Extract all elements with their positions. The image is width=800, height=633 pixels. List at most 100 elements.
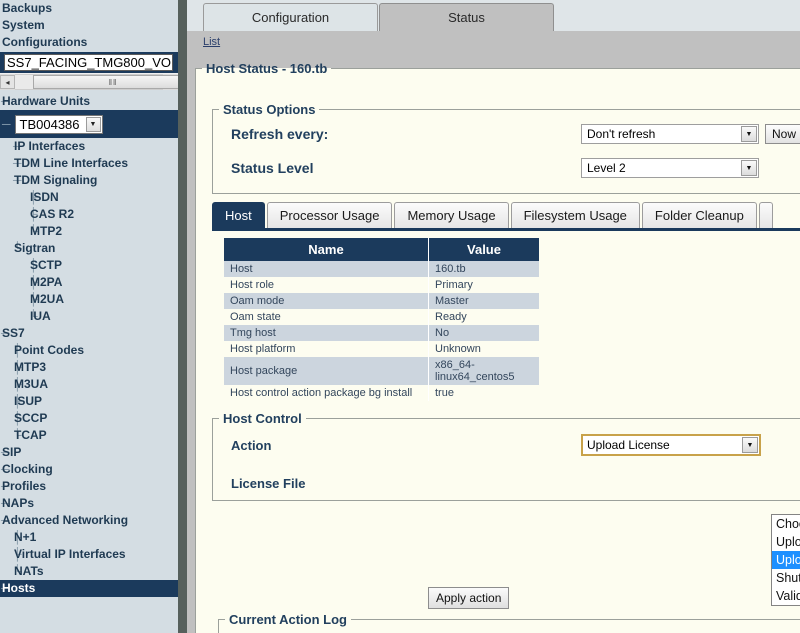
sidebar-item-system[interactable]: System (0, 17, 178, 34)
sidebar-item-m2ua[interactable]: ├ M2UA (0, 291, 178, 308)
pane-divider[interactable] (178, 0, 187, 633)
table-header-row: Name Value (224, 238, 539, 261)
sidebar-item-backups[interactable]: Backups (0, 0, 178, 17)
tab-processor-usage[interactable]: Processor Usage (266, 202, 393, 228)
sidebar-item-advanced-networking[interactable]: ─ Advanced Networking (0, 512, 178, 529)
sidebar-item-label: SCTP (30, 258, 63, 272)
sidebar-item-label: SIP (2, 445, 22, 459)
host-status-panel: Host Status - 160.tb Status Options Refr… (195, 61, 800, 633)
sidebar-item-label: CAS R2 (30, 207, 75, 221)
action-dropdown-list[interactable]: Choose an action…Upload PackageUpload Li… (771, 514, 800, 606)
tab-host[interactable]: Host (212, 202, 265, 228)
chevron-down-icon[interactable]: ▼ (741, 160, 757, 176)
tab-configuration[interactable]: Configuration (203, 3, 378, 31)
dropdown-option[interactable]: Choose an action… (772, 515, 800, 533)
action-row: Action Upload License ▼ (213, 426, 800, 464)
status-level-select[interactable]: Level 2 ▼ (581, 158, 759, 178)
chevron-down-icon[interactable]: ▼ (741, 126, 757, 142)
tab-overflow[interactable] (758, 202, 773, 228)
cell-name: Host (224, 261, 429, 277)
scrollbar-track[interactable]: ‖‖ (15, 74, 178, 90)
tab-status[interactable]: Status (379, 3, 554, 31)
refresh-interval-select[interactable]: Don't refresh ▼ (581, 124, 759, 144)
chevron-down-icon[interactable]: ▼ (85, 116, 101, 132)
sidebar-item-mtp3[interactable]: ├ MTP3 (0, 359, 178, 376)
list-link[interactable]: List (203, 36, 220, 48)
sidebar-item-hosts[interactable]: ─ Hosts (0, 580, 178, 597)
sidebar-item-tcap[interactable]: └ TCAP (0, 427, 178, 444)
sidebar-item-ss7[interactable]: ─ SS7 (0, 325, 178, 342)
tab-folder-cleanup[interactable]: Folder Cleanup (641, 202, 757, 228)
sidebar-item-tdm-signaling[interactable]: ─ TDM Signaling (0, 172, 178, 189)
sidebar-item-label: M2UA (30, 292, 65, 306)
host-control-legend: Host Control (223, 411, 302, 426)
sidebar-item-point-codes[interactable]: ├ Point Codes (0, 342, 178, 359)
sidebar-item-mtp2[interactable]: └ MTP2 (0, 223, 178, 240)
table-row: Host control action package bg install tr… (224, 385, 539, 401)
sidebar-item-tdm-line-interfaces[interactable]: ─ TDM Line Interfaces (0, 155, 178, 172)
sidebar-item-sip[interactable]: ─ SIP (0, 444, 178, 461)
hardware-unit-value: TB004386 (19, 116, 80, 132)
scrollbar-thumb[interactable]: ‖‖ (33, 75, 178, 89)
tree-connector-icon: ─ (2, 117, 11, 131)
sidebar-item-label: Clocking (2, 462, 53, 476)
sidebar-item-profiles[interactable]: ─ Profiles (0, 478, 178, 495)
table-row: Tmg host No (224, 325, 539, 341)
sidebar-item-label: SS7 (2, 326, 25, 340)
sidebar-item-label: Configurations (2, 35, 88, 49)
sidebar-item-m2pa[interactable]: ├ M2PA (0, 274, 178, 291)
sidebar-item-label: System (2, 18, 45, 32)
current-action-log-panel: Current Action Log (218, 612, 800, 633)
sidebar-item-nats[interactable]: └ NATs (0, 563, 178, 580)
sidebar-item-label: TDM Signaling (14, 173, 98, 187)
sidebar-item-naps[interactable]: ─ NAPs (0, 495, 178, 512)
sidebar-item-ip-interfaces[interactable]: ─ IP Interfaces (0, 138, 178, 155)
tab-label: Memory Usage (407, 208, 496, 223)
cell-value: Primary (428, 277, 539, 293)
sidebar-item-sctp[interactable]: ├ SCTP (0, 257, 178, 274)
sidebar-item-cas-r2[interactable]: ├ CAS R2 (0, 206, 178, 223)
dropdown-option[interactable]: Upload Package (772, 533, 800, 551)
column-header-name: Name (224, 238, 429, 261)
action-select[interactable]: Upload License ▼ (581, 434, 761, 456)
cell-name: Host control action package bg install (224, 385, 429, 401)
dropdown-option[interactable]: Shutdown (772, 569, 800, 587)
hardware-unit-select[interactable]: TB004386 ▼ (14, 114, 103, 134)
sidebar-item-clocking[interactable]: ─ Clocking (0, 461, 178, 478)
configuration-name-input[interactable]: SS7_FACING_TMG800_VOI (4, 54, 173, 71)
sidebar-item-m3ua[interactable]: ├ M3UA (0, 376, 178, 393)
sidebar-item-hardware-units[interactable]: ─ Hardware Units (0, 93, 178, 110)
navigation-sidebar: Backups System Configurations SS7_FACING… (0, 0, 178, 633)
tab-memory-usage[interactable]: Memory Usage (394, 202, 509, 228)
sidebar-item-configurations[interactable]: Configurations (0, 34, 178, 51)
sidebar-item-isdn[interactable]: ├ ISDN (0, 189, 178, 206)
chevron-down-icon[interactable]: ▼ (742, 437, 758, 453)
sidebar-item-label: NATs (14, 564, 44, 578)
sidebar-item-label: Backups (2, 1, 53, 15)
scroll-left-arrow-icon[interactable]: ◂ (0, 75, 15, 89)
sidebar-horizontal-scrollbar[interactable]: ◂ ‖‖ ▸ (0, 73, 178, 90)
sidebar-item-sigtran[interactable]: └ Sigtran (0, 240, 178, 257)
main-pane: Configuration Status List Host Status - … (187, 0, 800, 633)
dropdown-option[interactable]: Upload License (772, 551, 800, 569)
primary-tab-bar: Configuration Status (187, 0, 800, 31)
cell-value: true (428, 385, 539, 401)
sidebar-item-isup[interactable]: ├ ISUP (0, 393, 178, 410)
column-header-value: Value (428, 238, 539, 261)
dropdown-option[interactable]: Validate Requirements (772, 587, 800, 605)
status-level-value: Level 2 (587, 161, 626, 175)
sidebar-item-n-1[interactable]: ├ N+1 (0, 529, 178, 546)
sidebar-item-label: M2PA (30, 275, 63, 289)
sidebar-item-label: Point Codes (14, 343, 85, 357)
status-level-label: Status Level (231, 160, 314, 176)
sidebar-item-label: Hosts (2, 581, 36, 595)
table-head: Name Value (224, 238, 539, 261)
sidebar-item-iua[interactable]: └ IUA (0, 308, 178, 325)
sidebar-item-label: Hardware Units (2, 94, 91, 108)
sidebar-item-virtual-ip-interfaces[interactable]: ├ Virtual IP Interfaces (0, 546, 178, 563)
refresh-now-button[interactable]: Now (765, 124, 800, 144)
apply-action-button[interactable]: Apply action (428, 587, 510, 609)
sidebar-item-sccp[interactable]: ├ SCCP (0, 410, 178, 427)
status-options-legend: Status Options (223, 102, 316, 117)
tab-filesystem-usage[interactable]: Filesystem Usage (510, 202, 640, 228)
